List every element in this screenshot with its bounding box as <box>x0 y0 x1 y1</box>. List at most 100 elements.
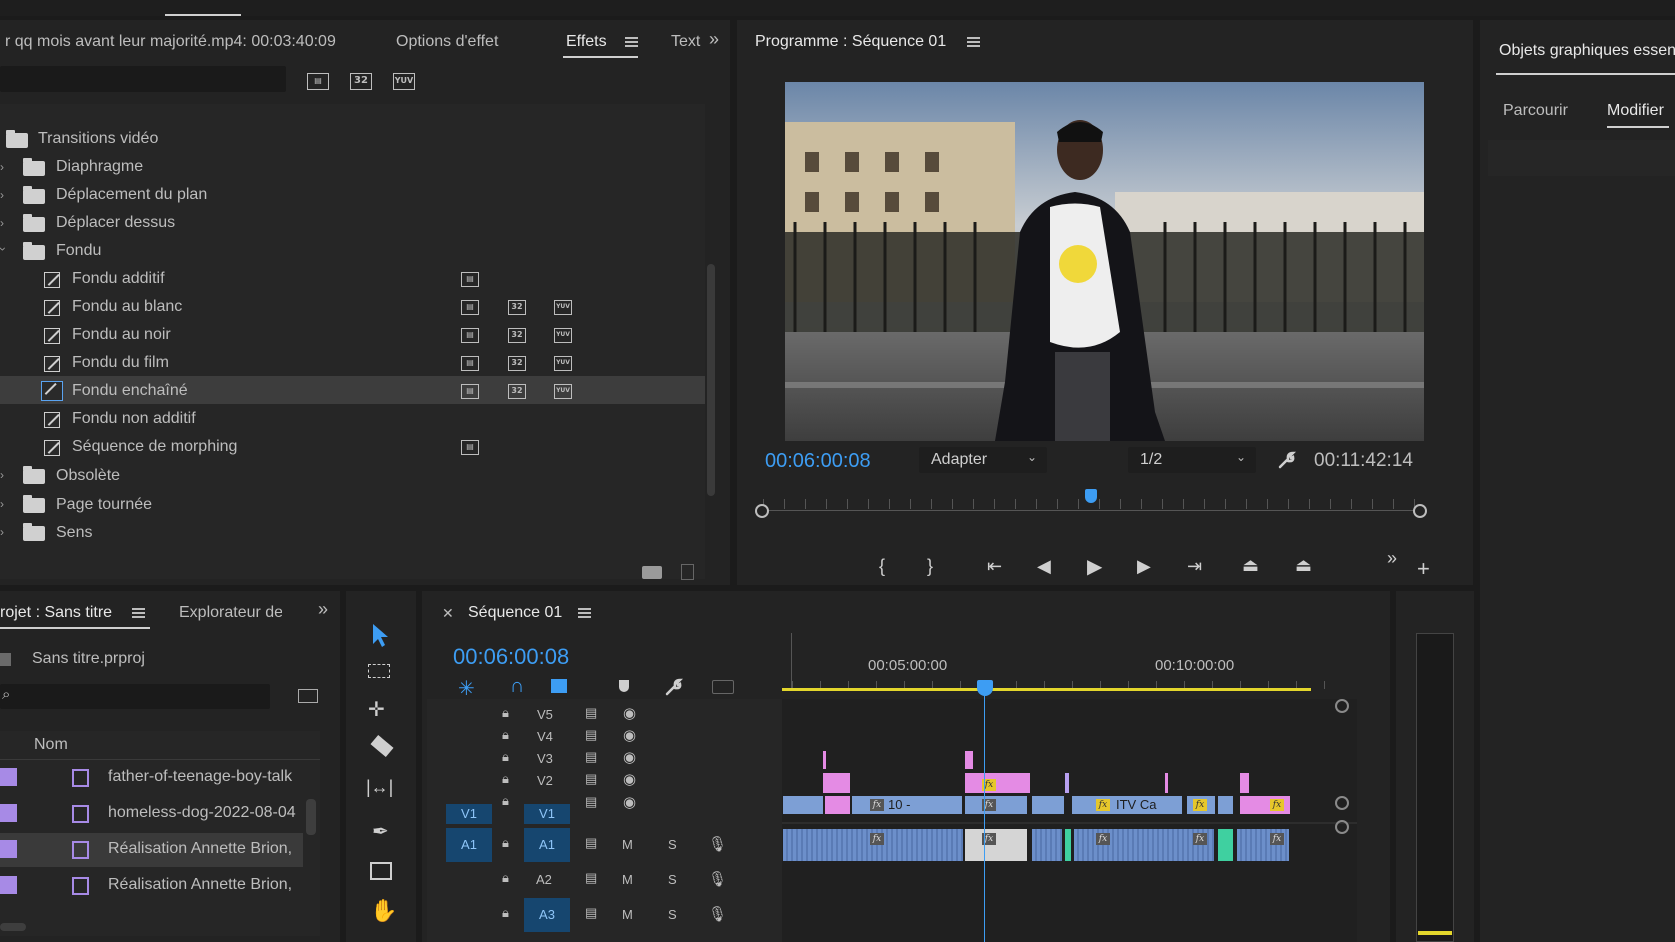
sync-lock-icon[interactable]: ▤ <box>585 705 597 721</box>
video-frame[interactable] <box>785 82 1424 441</box>
eye-icon[interactable]: ◉ <box>623 704 636 722</box>
tree-item-deplacer-dessus[interactable]: Déplacer dessus <box>56 214 175 232</box>
effect-sequence-morphing[interactable]: Séquence de morphing <box>72 438 237 456</box>
linked-selection-icon[interactable]: ∩ <box>510 675 524 698</box>
microphone-icon[interactable]: 🎙︎ <box>708 905 727 923</box>
step-forward-button[interactable]: ▶ <box>1137 556 1151 577</box>
timeline-current-timecode[interactable]: 00:06:00:08 <box>453 644 569 670</box>
program-scrubber[interactable] <box>755 489 1427 525</box>
mark-out-button[interactable]: } <box>927 556 933 577</box>
chevron-right-icon[interactable]: › <box>0 468 4 482</box>
microphone-icon[interactable]: 🎙︎ <box>708 835 727 853</box>
tree-item-fondu[interactable]: Fondu <box>56 242 101 260</box>
track-select-tool-icon[interactable] <box>368 664 390 678</box>
effect-fondu-au-blanc[interactable]: Fondu au blanc <box>72 298 182 316</box>
sequence-menu-icon[interactable] <box>578 608 591 619</box>
captions-icon[interactable] <box>712 680 734 694</box>
audio-clip[interactable] <box>1065 829 1071 861</box>
ripple-edit-tool-icon[interactable]: ✛ <box>368 697 385 722</box>
extract-button[interactable]: ⏏ <box>1295 555 1312 576</box>
sync-lock-icon[interactable]: ▤ <box>585 749 597 765</box>
list-item[interactable]: Réalisation Annette Brion, <box>0 869 320 903</box>
program-current-timecode[interactable]: 00:06:00:08 <box>765 450 871 473</box>
timeline-playhead-head[interactable] <box>977 680 993 696</box>
wrench-icon[interactable] <box>664 677 684 697</box>
audio-clip[interactable] <box>1218 829 1233 861</box>
sync-lock-icon[interactable]: ▤ <box>585 794 597 810</box>
scrubber-right-handle[interactable] <box>1413 504 1427 518</box>
mute-button[interactable]: M <box>622 837 633 852</box>
new-bin-icon[interactable] <box>642 566 662 579</box>
eye-icon[interactable]: ◉ <box>623 793 636 811</box>
effects-menu-icon[interactable] <box>625 37 638 48</box>
tab-edit[interactable]: Modifier <box>1607 102 1664 120</box>
accelerated-filter-icon[interactable]: ▤ <box>307 73 329 90</box>
project-title[interactable]: rojet : Sans titre <box>0 604 112 622</box>
tree-item-transitions-video[interactable]: Transitions vidéo <box>38 130 158 148</box>
chevron-right-icon[interactable]: › <box>0 216 4 230</box>
video-clip[interactable] <box>825 796 850 814</box>
more-tabs-icon[interactable]: » <box>318 599 328 620</box>
32bit-filter-icon[interactable]: 32 <box>350 73 372 90</box>
effect-fondu-enchaine[interactable]: Fondu enchaîné <box>72 382 188 400</box>
graphic-clip[interactable] <box>965 773 1030 793</box>
track-lock-icon[interactable]: 🔒︎ <box>502 835 509 851</box>
close-sequence-icon[interactable]: ✕ <box>442 605 454 622</box>
lift-button[interactable]: ⏏ <box>1242 555 1259 576</box>
track-target-a1[interactable]: A1 <box>524 828 570 862</box>
effect-fondu-non-additif[interactable]: Fondu non additif <box>72 410 196 428</box>
tree-item-obsolete[interactable]: Obsolète <box>56 467 120 485</box>
solo-button[interactable]: S <box>668 872 677 887</box>
audio-clip[interactable] <box>1032 829 1062 861</box>
play-button[interactable]: ▶ <box>1087 554 1102 579</box>
sync-lock-icon[interactable]: ▤ <box>585 905 597 921</box>
graphic-clip[interactable] <box>965 751 973 769</box>
list-item[interactable]: father-of-teenage-boy-talk <box>0 761 320 795</box>
find-icon[interactable] <box>298 689 318 703</box>
audio-clip[interactable] <box>965 829 1027 861</box>
program-menu-icon[interactable] <box>967 37 980 48</box>
project-menu-icon[interactable] <box>132 608 145 619</box>
tab-effects[interactable]: Effets <box>566 33 607 51</box>
source-title[interactable]: r qq mois avant leur majorité.mp4: 00:03… <box>5 33 336 51</box>
mark-in-button[interactable]: { <box>879 556 885 577</box>
effect-fondu-du-film[interactable]: Fondu du film <box>72 354 169 372</box>
scrubber-left-handle[interactable] <box>755 504 769 518</box>
chevron-right-icon[interactable]: › <box>0 160 4 174</box>
list-item-selected[interactable]: Réalisation Annette Brion, <box>0 833 303 867</box>
mute-button[interactable]: M <box>622 872 633 887</box>
tree-item-diaphragme[interactable]: Diaphragme <box>56 158 143 176</box>
sync-lock-icon[interactable]: ▤ <box>585 835 597 851</box>
track-lock-icon[interactable]: 🔒︎ <box>502 870 509 886</box>
source-patch-a1[interactable]: A1 <box>446 828 492 862</box>
pen-tool-icon[interactable]: ✒ <box>372 819 389 844</box>
chevron-right-icon[interactable]: › <box>0 188 4 202</box>
slip-tool-icon[interactable]: |↔| <box>366 777 393 798</box>
tree-item-page-tournee[interactable]: Page tournée <box>56 496 152 514</box>
tab-text[interactable]: Text <box>671 33 700 51</box>
zoom-handle-a1[interactable] <box>1335 820 1349 834</box>
eye-icon[interactable]: ◉ <box>623 748 636 766</box>
track-lock-icon[interactable]: 🔒︎ <box>502 727 509 743</box>
eye-icon[interactable]: ◉ <box>623 770 636 788</box>
video-clip[interactable] <box>783 796 823 814</box>
program-playhead[interactable] <box>1085 489 1097 503</box>
hand-tool-icon[interactable]: ✋ <box>370 898 397 924</box>
zoom-handle-v1[interactable] <box>1335 796 1349 810</box>
go-to-in-button[interactable]: ⇤ <box>987 556 1002 577</box>
resolution-dropdown[interactable]: 1/2 ⌄ <box>1128 447 1256 473</box>
tree-item-deplacement-plan[interactable]: Déplacement du plan <box>56 186 207 204</box>
effects-scrollbar[interactable] <box>707 264 715 496</box>
tab-media-browser[interactable]: Explorateur de <box>179 604 282 622</box>
add-marker-icon[interactable] <box>551 679 567 693</box>
list-item[interactable]: homeless-dog-2022-08-04 <box>0 797 320 831</box>
track-lock-icon[interactable]: 🔒︎ <box>502 793 509 809</box>
tab-effect-options[interactable]: Options d'effet <box>396 33 498 51</box>
sync-lock-icon[interactable]: ▤ <box>585 727 597 743</box>
tab-browse[interactable]: Parcourir <box>1503 102 1568 120</box>
wrench-icon[interactable] <box>1277 450 1297 470</box>
track-lock-icon[interactable]: 🔒︎ <box>502 771 509 787</box>
effect-fondu-additif[interactable]: Fondu additif <box>72 270 165 288</box>
selection-tool-icon[interactable] <box>370 622 392 648</box>
solo-button[interactable]: S <box>668 907 677 922</box>
